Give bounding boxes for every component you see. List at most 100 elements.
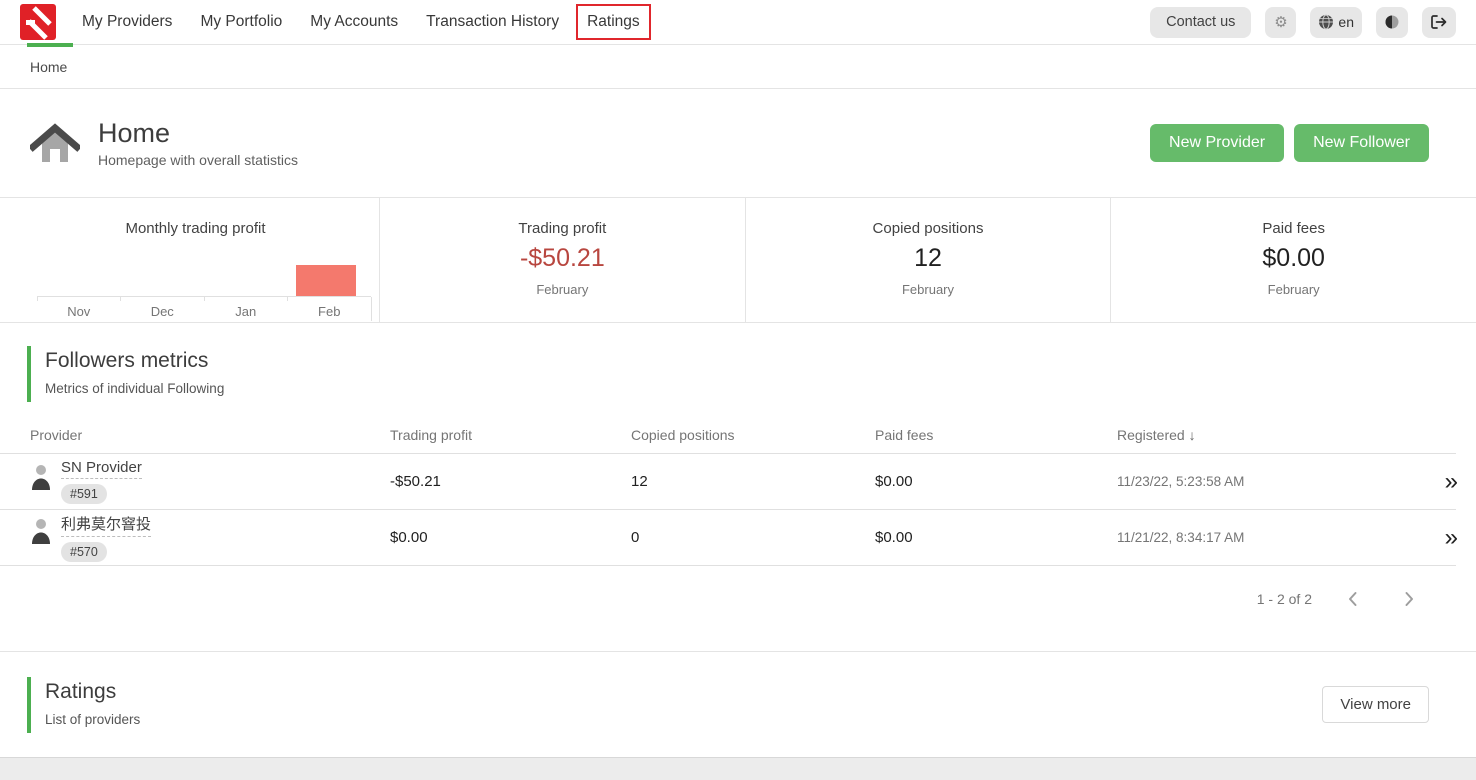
globe-icon — [1318, 14, 1334, 30]
col-trading-profit[interactable]: Trading profit — [390, 427, 631, 443]
main-nav: My Providers My Portfolio My Accounts Tr… — [82, 4, 651, 40]
table-row: 利弗莫尔窨投 #570 $0.00 0 $0.00 11/21/22, 8:34… — [0, 510, 1456, 566]
pagination-prev-button[interactable] — [1338, 584, 1368, 614]
cell-copied-positions: 0 — [631, 529, 875, 546]
col-paid-fees[interactable]: Paid fees — [875, 427, 1117, 443]
row-actions: » — [1390, 470, 1456, 494]
stat-period: February — [746, 282, 1111, 297]
row-details-button[interactable]: » — [1445, 524, 1456, 551]
home-icon — [30, 121, 80, 165]
nav-my-accounts[interactable]: My Accounts — [310, 13, 398, 31]
cell-paid-fees: $0.00 — [875, 473, 1117, 490]
nav-actions: Contact us ⚙ en — [1150, 7, 1456, 38]
language-button[interactable]: en — [1310, 7, 1362, 38]
view-more-button[interactable]: View more — [1322, 686, 1429, 723]
provider-info: 利弗莫尔窨投 #570 — [61, 513, 151, 562]
stat-value: -$50.21 — [380, 244, 745, 273]
axis-tick — [371, 297, 372, 321]
cell-trading-profit: $0.00 — [390, 529, 631, 546]
provider-name-link[interactable]: SN Provider — [61, 459, 142, 479]
person-icon — [30, 517, 52, 544]
chart-title: Monthly trading profit — [20, 220, 371, 237]
x-label-feb: Feb — [288, 304, 372, 319]
cell-trading-profit: -$50.21 — [390, 473, 631, 490]
table-header-row: Provider Trading profit Copied positions… — [0, 416, 1456, 454]
chart-bar-feb[interactable] — [296, 265, 356, 296]
stat-period: February — [1111, 282, 1476, 297]
breadcrumb[interactable]: Home — [30, 59, 67, 75]
provider-cell: SN Provider #591 — [30, 459, 390, 504]
section-title: Followers metrics — [45, 346, 1476, 373]
stat-title: Paid fees — [1111, 220, 1476, 237]
settings-button[interactable]: ⚙ — [1265, 7, 1296, 38]
language-label: en — [1338, 14, 1354, 30]
stats-row: Monthly trading profit Nov Dec Jan Feb T… — [0, 198, 1476, 323]
top-navigation: My Providers My Portfolio My Accounts Tr… — [0, 0, 1476, 45]
nav-my-portfolio[interactable]: My Portfolio — [200, 13, 282, 31]
logo-icon — [20, 4, 56, 40]
gear-icon: ⚙ — [1274, 15, 1287, 30]
chevron-right-icon — [1398, 588, 1420, 610]
stat-period: February — [380, 282, 745, 297]
stat-value: $0.00 — [1111, 244, 1476, 273]
row-details-button[interactable]: » — [1445, 468, 1456, 495]
chevron-left-icon — [1342, 588, 1364, 610]
new-follower-button[interactable]: New Follower — [1294, 124, 1429, 162]
section-subtitle: Metrics of individual Following — [45, 381, 1476, 396]
pagination-range-label: 1 - 2 of 2 — [1257, 591, 1312, 607]
axis-tick — [37, 297, 38, 301]
page-subtitle: Homepage with overall statistics — [98, 152, 298, 168]
col-copied-positions[interactable]: Copied positions — [631, 427, 875, 443]
new-provider-button[interactable]: New Provider — [1150, 124, 1284, 162]
page-title-block: Home Homepage with overall statistics — [98, 118, 298, 168]
nav-ratings[interactable]: Ratings — [576, 4, 651, 40]
stat-title: Copied positions — [746, 220, 1111, 237]
stat-title: Trading profit — [380, 220, 745, 237]
cell-registered: 11/23/22, 5:23:58 AM — [1117, 474, 1390, 489]
stat-card-paid-fees: Paid fees $0.00 February — [1110, 198, 1476, 322]
contrast-icon — [1384, 14, 1400, 30]
page: My Providers My Portfolio My Accounts Tr… — [0, 0, 1476, 780]
contact-us-button[interactable]: Contact us — [1150, 7, 1251, 38]
provider-name-link[interactable]: 利弗莫尔窨投 — [61, 513, 151, 537]
col-registered[interactable]: Registered ↓ — [1117, 427, 1390, 443]
monthly-trading-profit-chart: Monthly trading profit Nov Dec Jan Feb — [0, 198, 379, 322]
page-bottom-strip — [0, 758, 1476, 780]
stat-card-trading-profit: Trading profit -$50.21 February — [379, 198, 745, 322]
breadcrumb-bar: Home — [0, 45, 1476, 89]
active-indicator — [27, 43, 73, 47]
ratings-section: Ratings List of providers View more — [0, 652, 1476, 758]
x-label-jan: Jan — [204, 304, 288, 319]
followers-metrics-header: Followers metrics Metrics of individual … — [27, 346, 1476, 402]
chart-plot-area — [20, 239, 371, 297]
provider-id-badge: #570 — [61, 542, 107, 562]
person-icon — [30, 463, 52, 490]
pagination-next-button[interactable] — [1394, 584, 1424, 614]
col-registered-label: Registered — [1117, 427, 1185, 443]
app-logo[interactable] — [20, 4, 56, 40]
nav-transaction-history[interactable]: Transaction History — [426, 13, 559, 31]
cell-copied-positions: 12 — [631, 473, 875, 490]
stat-value: 12 — [746, 244, 1111, 273]
axis-tick — [204, 297, 205, 301]
col-provider[interactable]: Provider — [30, 427, 390, 443]
ratings-header: Ratings List of providers — [27, 677, 1322, 733]
logout-icon — [1430, 14, 1448, 30]
sort-desc-icon[interactable]: ↓ — [1189, 427, 1196, 443]
provider-id-badge: #591 — [61, 484, 107, 504]
logout-button[interactable] — [1422, 7, 1456, 38]
axis-tick — [287, 297, 288, 301]
cell-registered: 11/21/22, 8:34:17 AM — [1117, 530, 1390, 545]
pagination: 1 - 2 of 2 — [0, 584, 1476, 614]
row-actions: » — [1390, 526, 1456, 550]
provider-cell: 利弗莫尔窨投 #570 — [30, 513, 390, 562]
section-title: Ratings — [45, 677, 1322, 704]
followers-table: Provider Trading profit Copied positions… — [0, 416, 1476, 566]
theme-toggle-button[interactable] — [1376, 7, 1408, 38]
page-title: Home — [98, 118, 298, 149]
nav-my-providers[interactable]: My Providers — [82, 13, 172, 31]
page-header: Home Homepage with overall statistics Ne… — [0, 89, 1476, 198]
page-actions: New Provider New Follower — [1150, 124, 1429, 162]
cell-paid-fees: $0.00 — [875, 529, 1117, 546]
section-subtitle: List of providers — [45, 712, 1322, 727]
